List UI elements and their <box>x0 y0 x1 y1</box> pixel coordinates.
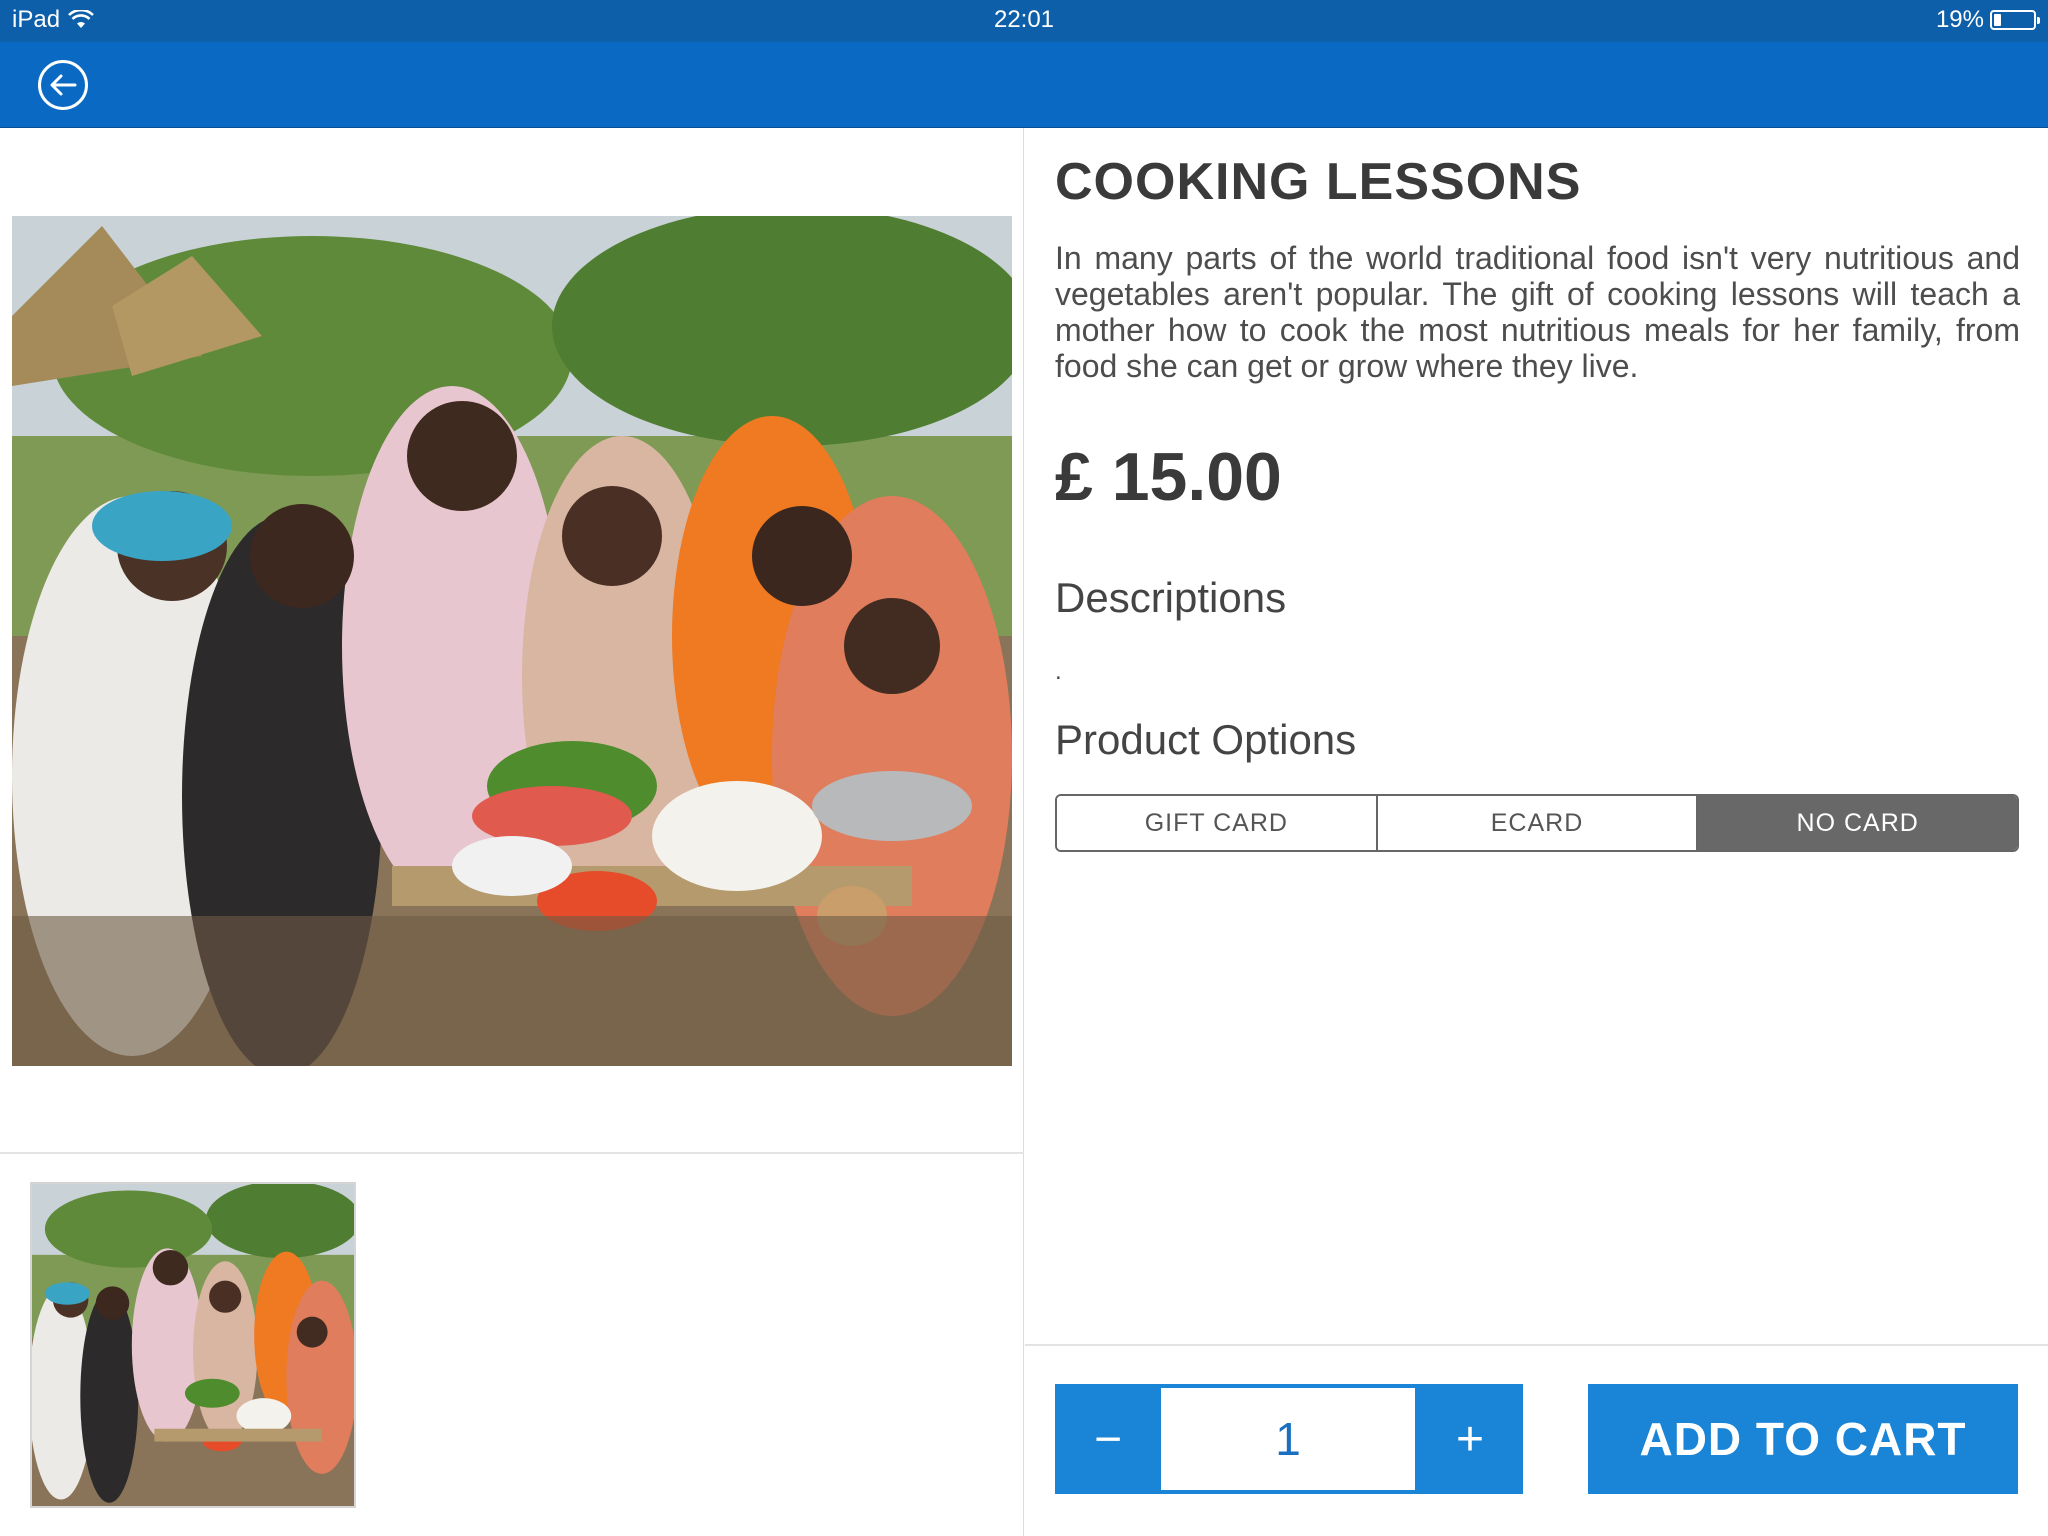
back-button[interactable] <box>38 60 88 110</box>
product-gallery <box>0 128 1024 1536</box>
option-gift-card[interactable]: GIFT CARD <box>1057 796 1378 850</box>
quantity-input[interactable] <box>1161 1388 1415 1490</box>
add-to-cart-button[interactable]: ADD TO CART <box>1588 1384 2018 1494</box>
battery-percent: 19% <box>1935 6 1984 33</box>
status-battery: 19% <box>1935 6 2040 34</box>
product-thumbnail[interactable] <box>30 1182 356 1508</box>
cart-divider <box>1025 1344 2048 1346</box>
descriptions-body: . <box>1055 658 1062 685</box>
product-options-segmented-control: GIFT CARD ECARD NO CARD <box>1055 794 2019 852</box>
option-ecard[interactable]: ECARD <box>1377 796 1699 850</box>
increase-quantity-button[interactable]: + <box>1417 1384 1523 1494</box>
option-no-card[interactable]: NO CARD <box>1698 796 2017 850</box>
status-bar: iPad 22:01 19% <box>0 0 2048 42</box>
descriptions-heading: Descriptions <box>1055 574 1287 621</box>
gallery-divider <box>0 1152 1024 1154</box>
product-main-image <box>12 216 1012 1066</box>
product-title: COOKING LESSONS <box>1055 153 1582 211</box>
product-price: £ 15.00 <box>1055 439 1282 515</box>
status-time: 22:01 <box>993 6 1055 33</box>
product-options-heading: Product Options <box>1055 716 1357 763</box>
battery-icon <box>1990 10 2040 30</box>
quantity-stepper: − + <box>1055 1384 1523 1494</box>
nav-bar <box>0 42 2048 128</box>
product-details: COOKING LESSONS In many parts of the wor… <box>1025 128 2048 1536</box>
product-summary: In many parts of the world traditional f… <box>1055 240 2020 384</box>
arrow-left-icon <box>50 74 77 96</box>
decrease-quantity-button[interactable]: − <box>1055 1384 1161 1494</box>
